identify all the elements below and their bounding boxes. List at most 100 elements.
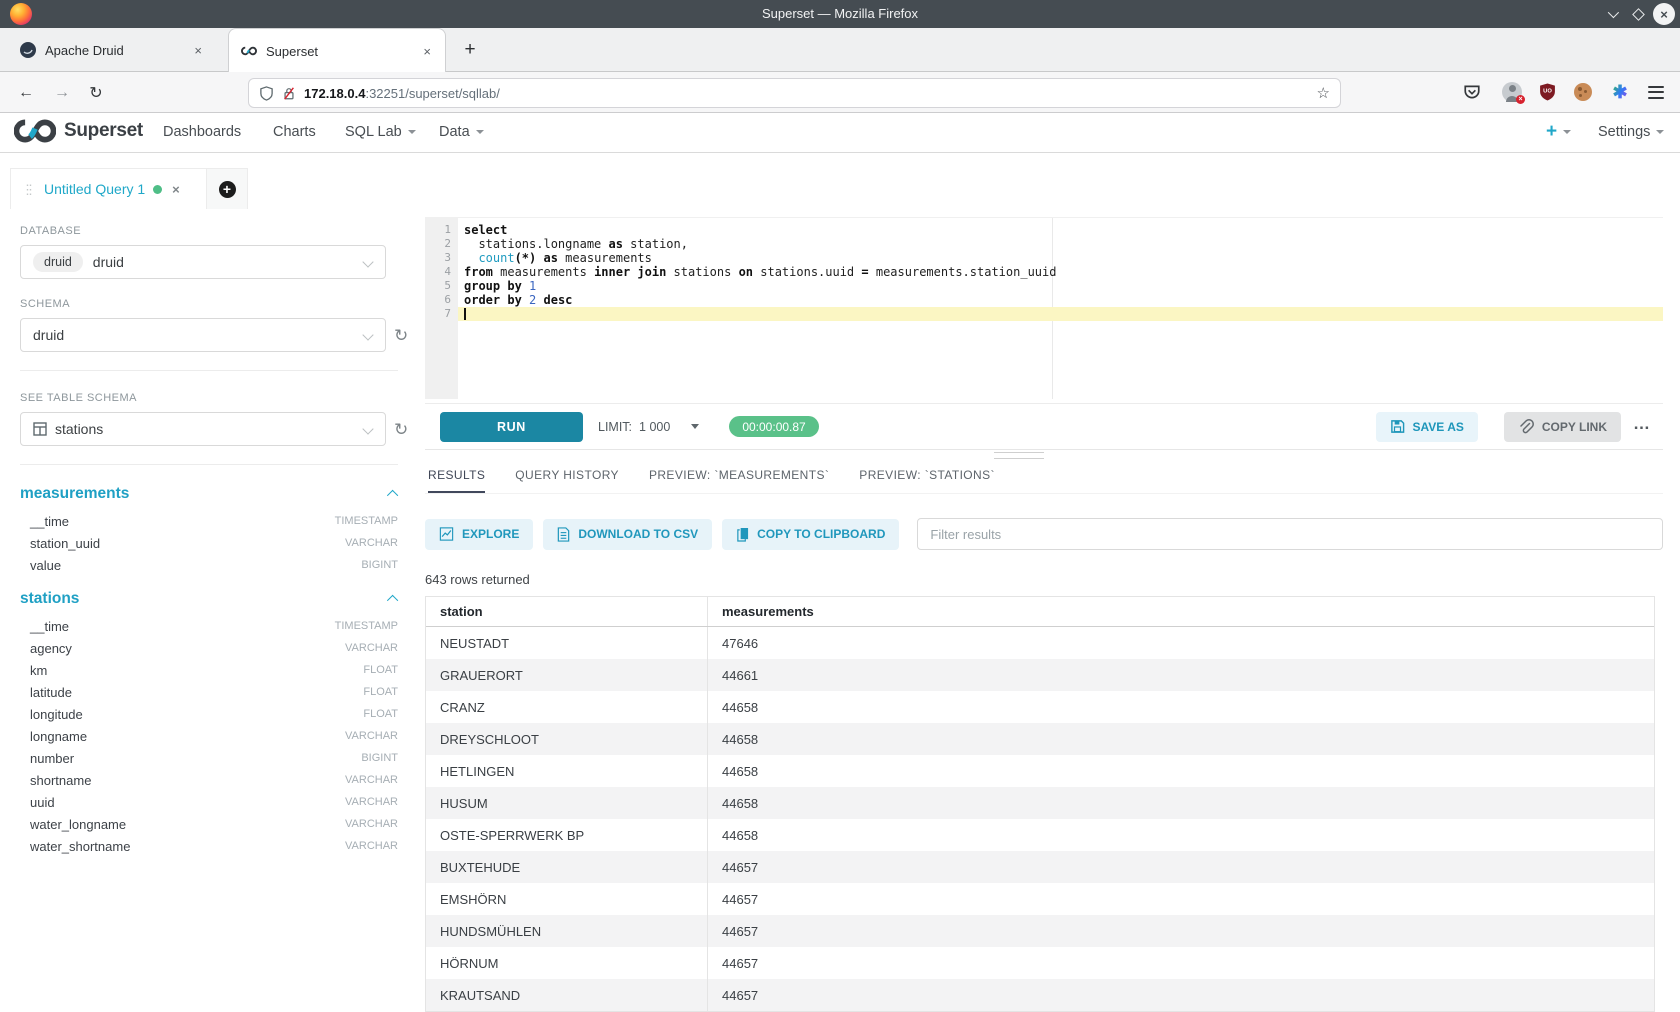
limit-label: LIMIT:	[598, 420, 632, 434]
csv-file-icon	[557, 527, 570, 542]
window-maximize-icon[interactable]	[1628, 4, 1648, 24]
column-row: km FLOAT	[20, 659, 398, 681]
run-button[interactable]: RUN	[440, 412, 583, 442]
more-options-icon[interactable]: …	[1633, 414, 1651, 434]
schema-value: druid	[33, 327, 64, 343]
nav-add-button[interactable]: +	[1546, 113, 1571, 152]
column-row: __time TIMESTAMP	[20, 510, 398, 532]
column-type: VARCHAR	[345, 840, 398, 852]
table-select[interactable]: stations	[20, 412, 386, 446]
pocket-icon[interactable]	[1461, 81, 1483, 103]
query-tab-close-icon[interactable]: ×	[172, 182, 180, 197]
browser-tab-superset[interactable]: Superset ×	[228, 28, 446, 73]
pane-resize-handle[interactable]	[994, 452, 1044, 459]
back-button[interactable]: ←	[12, 79, 40, 107]
copy-link-button[interactable]: COPY LINK	[1504, 412, 1621, 442]
nav-dashboards[interactable]: Dashboards	[163, 113, 241, 152]
save-as-button[interactable]: SAVE AS	[1376, 412, 1478, 442]
refresh-icon[interactable]: ↻	[394, 421, 408, 438]
cell-station: HÖRNUM	[426, 947, 708, 979]
chevron-up-icon[interactable]	[387, 595, 398, 606]
column-type: VARCHAR	[345, 774, 398, 786]
limit-value: 1 000	[639, 420, 670, 434]
tab-preview-measurements[interactable]: PREVIEW: `MEASUREMENTS`	[649, 468, 829, 493]
column-name: shortname	[30, 773, 91, 788]
nav-sql-lab[interactable]: SQL Lab	[345, 113, 416, 152]
url-bar[interactable]: 172.18.0.4:32251/superset/sqllab/ ☆	[248, 78, 1341, 108]
account-extension-icon[interactable]: ×	[1501, 81, 1523, 103]
cell-station: HETLINGEN	[426, 755, 708, 787]
database-label: DATABASE	[20, 225, 412, 237]
add-query-tab-button[interactable]: +	[207, 168, 248, 209]
column-header-measurements[interactable]: measurements	[708, 597, 1654, 626]
insecure-lock-icon[interactable]	[282, 86, 296, 101]
filter-results-input[interactable]	[917, 518, 1663, 550]
divider	[20, 464, 398, 465]
query-editor-tab[interactable]: ⋮ Untitled Query 1 ×	[10, 168, 207, 209]
editor-code-lines[interactable]: select stations.longname as station, cou…	[458, 218, 1663, 399]
table-grid-icon	[33, 422, 47, 436]
tab-preview-stations[interactable]: PREVIEW: `STATIONS`	[859, 468, 995, 493]
database-select[interactable]: druid druid	[20, 245, 386, 279]
table-section-title: stations	[20, 590, 79, 608]
column-row: agency VARCHAR	[20, 637, 398, 659]
chevron-up-icon[interactable]	[387, 490, 398, 501]
bookmark-star-icon[interactable]: ☆	[1317, 84, 1330, 102]
download-csv-button[interactable]: DOWNLOAD TO CSV	[543, 519, 712, 550]
browser-tabbar: Apache Druid × Superset × +	[0, 28, 1680, 72]
tracking-shield-icon[interactable]	[259, 86, 274, 101]
table-row: HETLINGEN 44658	[426, 755, 1654, 787]
copy-clipboard-button[interactable]: COPY TO CLIPBOARD	[722, 519, 899, 550]
column-name: __time	[30, 619, 69, 634]
window-menu-chevron-icon[interactable]	[1602, 4, 1622, 24]
cell-measurements: 44658	[708, 723, 1654, 755]
database-pill: druid	[33, 252, 83, 272]
results-panel: RESULTS QUERY HISTORY PREVIEW: `MEASUREM…	[425, 462, 1663, 1012]
window-title: Superset — Mozilla Firefox	[0, 0, 1680, 28]
table-row: NEUSTADT 47646	[426, 627, 1654, 659]
table-section-measurements[interactable]: measurements	[20, 485, 398, 503]
tab-results[interactable]: RESULTS	[428, 468, 485, 493]
results-tabbar: RESULTS QUERY HISTORY PREVIEW: `MEASUREM…	[425, 462, 1663, 494]
browser-tab-apache-druid[interactable]: Apache Druid ×	[8, 28, 216, 72]
refresh-icon[interactable]: ↻	[394, 327, 408, 344]
query-tab-label: Untitled Query 1	[44, 181, 145, 197]
ublock-icon[interactable]: UO	[1536, 81, 1558, 103]
column-header-station[interactable]: station	[426, 597, 708, 626]
editor-gutter: 1234567	[425, 218, 458, 399]
druid-favicon	[20, 42, 36, 58]
forward-button[interactable]: →	[48, 79, 76, 107]
limit-dropdown[interactable]: LIMIT: 1 000	[598, 420, 699, 434]
sql-editor[interactable]: 1234567 select stations.longname as stat…	[425, 217, 1663, 399]
nav-charts[interactable]: Charts	[273, 113, 316, 152]
column-row: water_longname VARCHAR	[20, 813, 398, 835]
database-value: druid	[93, 254, 124, 270]
cell-station: DREYSCHLOOT	[426, 723, 708, 755]
table-row: KRAUTSAND 44657	[426, 979, 1654, 1011]
explore-button[interactable]: EXPLORE	[425, 519, 533, 550]
tab-query-history[interactable]: QUERY HISTORY	[515, 468, 619, 493]
extension-asterisk-icon[interactable]: ✱	[1609, 81, 1631, 103]
nav-settings[interactable]: Settings	[1598, 113, 1664, 152]
column-row: value BIGINT	[20, 554, 398, 576]
table-row: GRAUERORT 44661	[426, 659, 1654, 691]
nav-data[interactable]: Data	[439, 113, 484, 152]
cookie-extension-icon[interactable]	[1572, 81, 1594, 103]
column-name: uuid	[30, 795, 55, 810]
superset-logo[interactable]: Superset	[14, 118, 143, 144]
tab-close-icon[interactable]: ×	[421, 44, 433, 59]
browser-toolbar: ← → ↻ 172.18.0.4:32251/superset/sqllab/ …	[0, 72, 1680, 113]
cell-station: HUSUM	[426, 787, 708, 819]
drag-handle-icon[interactable]: ⋮	[21, 183, 34, 196]
menu-hamburger-icon[interactable]	[1645, 81, 1667, 103]
window-close-icon[interactable]: ×	[1653, 3, 1675, 25]
tab-close-icon[interactable]: ×	[192, 43, 204, 58]
schema-select[interactable]: druid	[20, 318, 386, 352]
column-type: FLOAT	[363, 664, 398, 676]
url-path: :32251/superset/sqllab/	[365, 86, 499, 101]
table-section-stations[interactable]: stations	[20, 590, 398, 608]
column-row: longitude FLOAT	[20, 703, 398, 725]
column-type: BIGINT	[361, 752, 398, 764]
reload-button[interactable]: ↻	[82, 79, 110, 107]
new-tab-button[interactable]: +	[456, 36, 484, 64]
